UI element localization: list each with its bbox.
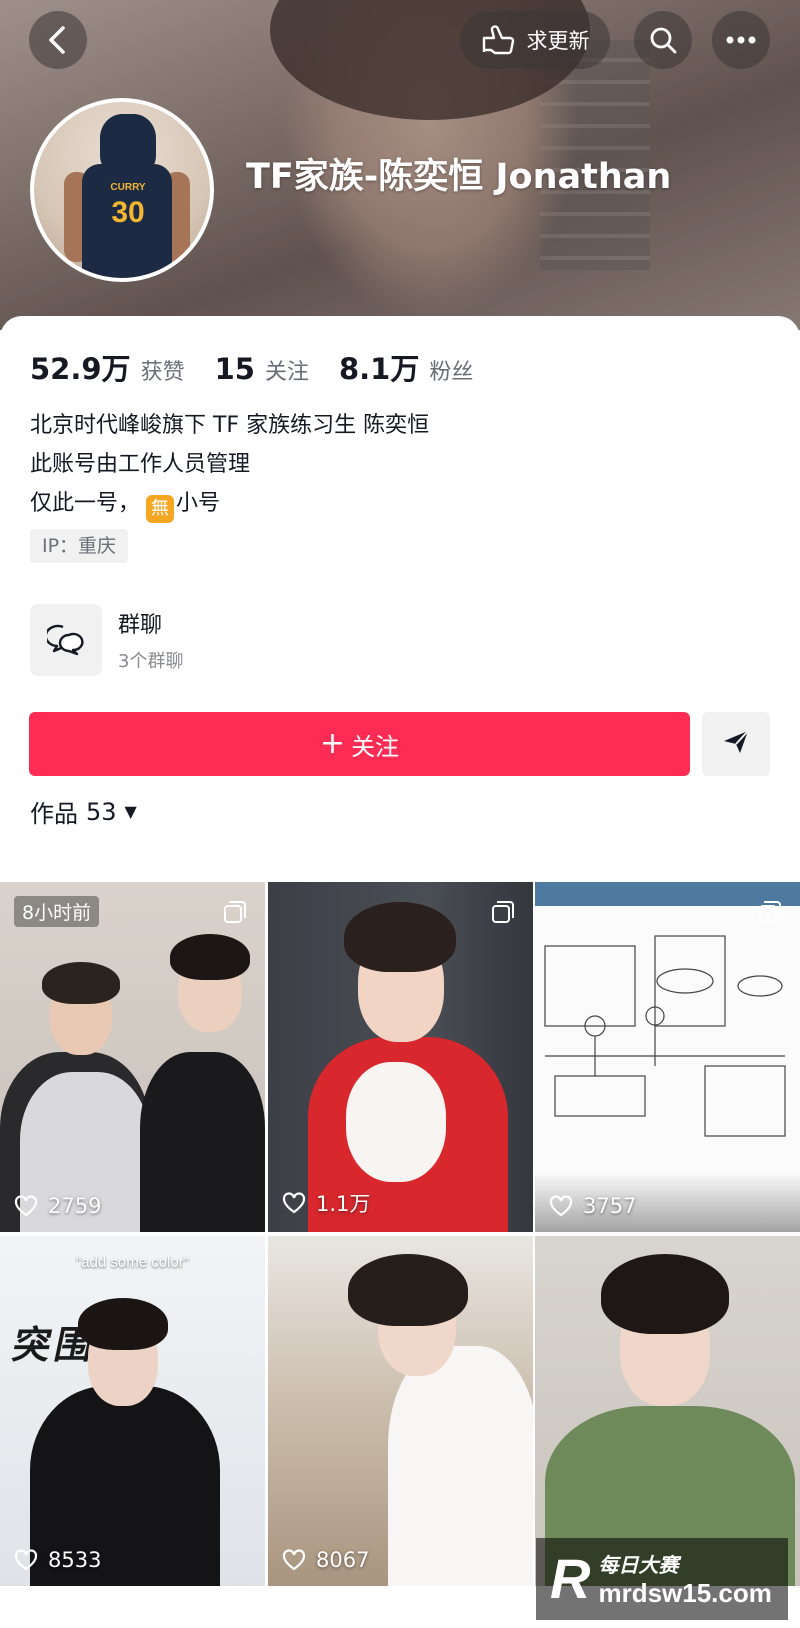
multi-image-icon	[492, 901, 514, 923]
stat-likes-count: 52.9万	[30, 352, 131, 386]
heart-icon	[14, 1549, 38, 1571]
plus-icon: +	[319, 726, 346, 761]
stat-followers-count: 8.1万	[338, 352, 420, 386]
more-options-button[interactable]	[712, 11, 770, 69]
video-tile[interactable]	[535, 1236, 800, 1586]
avatar-jersey-number: 30	[111, 196, 145, 229]
group-chat-icon	[30, 604, 102, 676]
back-button[interactable]	[29, 11, 87, 69]
video-time-tag: 8小时前	[14, 896, 100, 927]
paper-plane-icon	[722, 729, 750, 759]
watermark-url: mrdsw15.com	[598, 1578, 772, 1608]
profile-bio: 北京时代峰峻旗下 TF 家族练习生 陈奕恒 此账号由工作人员管理 仅此一号，無小…	[30, 406, 429, 523]
video-tile[interactable]: 1.1万	[268, 882, 533, 1232]
tab-works[interactable]: 作品 53 ▼	[30, 794, 137, 829]
profile-stats: 52.9万 获赞 15 关注 8.1万 粉丝	[30, 346, 473, 388]
video-like-count: 3757	[549, 1194, 636, 1218]
no-emoji-badge-icon: 無	[146, 495, 175, 523]
pointing-hand-icon	[481, 24, 517, 56]
video-like-count: 8533	[14, 1548, 101, 1572]
search-icon	[649, 26, 677, 54]
video-tile[interactable]: 突围 局 "add some color" 8533	[0, 1236, 265, 1586]
watermark-title: 每日大赛	[598, 1553, 679, 1577]
video-like-count: 2759	[14, 1194, 101, 1218]
follow-button[interactable]: + 关注	[29, 712, 690, 776]
stat-following[interactable]: 15 关注	[215, 352, 309, 386]
heart-icon	[549, 1195, 573, 1217]
watermark: R 每日大赛 mrdsw15.com	[536, 1538, 788, 1620]
works-tab-label: 作品	[30, 800, 78, 828]
stat-followers-label: 粉丝	[429, 360, 474, 385]
video-tile[interactable]: 8小时前 2759	[0, 882, 265, 1232]
profile-nickname: TF家族-陈奕恒 Jonathan	[246, 157, 672, 197]
bio-line-1: 北京时代峰峻旗下 TF 家族练习生 陈奕恒	[30, 413, 430, 438]
bio-line-3: 仅此一号，無小号	[30, 484, 429, 523]
heart-icon	[14, 1195, 38, 1217]
avatar-jersey-name: CURRY	[110, 182, 146, 193]
search-button[interactable]	[634, 11, 692, 69]
request-update-label: 求更新	[526, 29, 590, 53]
stat-likes-label: 获赞	[140, 360, 185, 385]
group-chat-title: 群聊	[118, 613, 163, 638]
caret-down-icon: ▼	[124, 802, 137, 821]
chevron-left-icon	[46, 25, 70, 55]
group-chat-count: 3个群聊	[118, 651, 184, 672]
video-like-count: 8067	[282, 1548, 369, 1572]
works-tab-count: 53	[86, 797, 117, 826]
multi-image-icon	[224, 901, 246, 923]
heart-icon	[282, 1549, 306, 1571]
follow-button-label: 关注	[351, 732, 400, 761]
send-message-button[interactable]	[702, 712, 770, 776]
watermark-logo: R	[550, 1547, 591, 1610]
stat-following-label: 关注	[264, 360, 309, 385]
more-dots-icon	[726, 36, 756, 44]
request-update-button[interactable]: 求更新	[460, 11, 610, 69]
multi-image-icon	[759, 901, 781, 923]
stat-followers[interactable]: 8.1万 粉丝	[339, 346, 473, 388]
group-chat-entry[interactable]: 群聊 3个群聊	[30, 604, 183, 676]
bio-line-2: 此账号由工作人员管理	[30, 452, 251, 477]
video-like-count: 1.1万	[282, 1188, 370, 1218]
stat-following-count: 15	[214, 352, 255, 386]
stat-likes[interactable]: 52.9万 获赞	[30, 346, 185, 388]
video-caption: "add some color"	[75, 1254, 190, 1271]
video-tile[interactable]: 8067	[268, 1236, 533, 1586]
ip-location-tag: IP：重庆	[30, 529, 129, 563]
avatar[interactable]: CURRY 30	[30, 98, 214, 282]
video-tile[interactable]: 3757	[535, 882, 800, 1232]
heart-icon	[282, 1192, 306, 1214]
